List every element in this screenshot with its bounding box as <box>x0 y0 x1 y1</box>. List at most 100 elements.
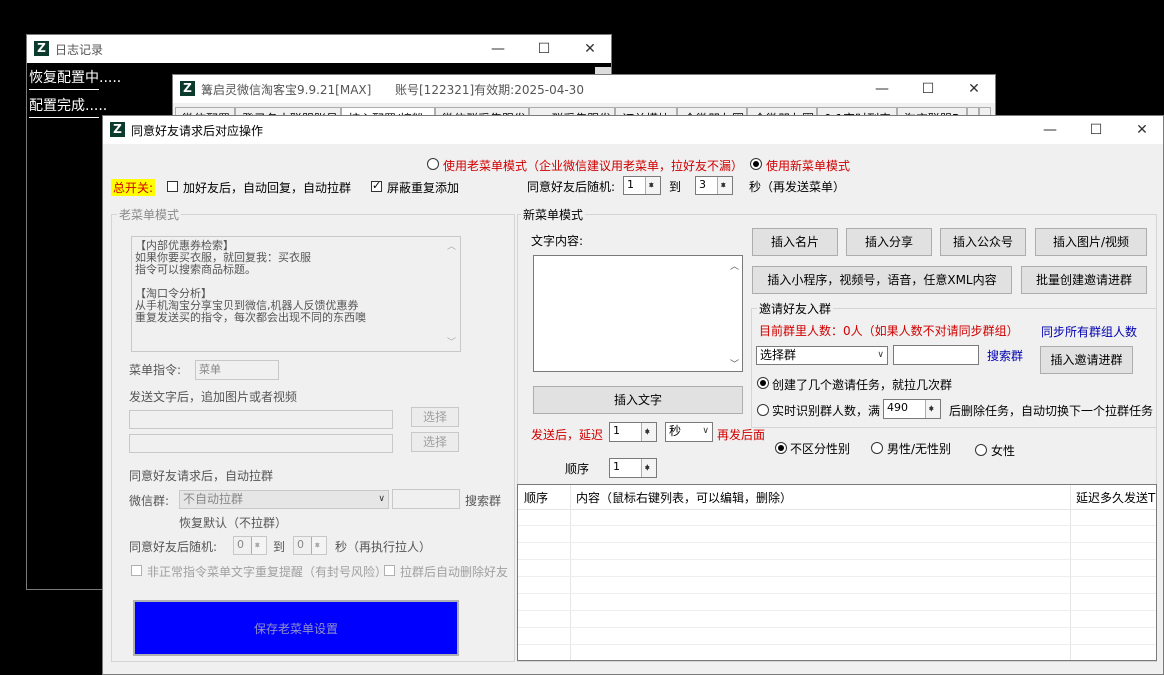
opt-realtime-radio[interactable] <box>757 404 769 416</box>
save-old-menu-button[interactable]: 保存老菜单设置 <box>133 600 459 656</box>
random-from-stepper[interactable]: 1 <box>623 176 661 195</box>
mode-new-label[interactable]: 使用新菜单模式 <box>766 157 850 174</box>
menu-cmd-input[interactable]: 菜单 <box>195 360 279 380</box>
opt-create-label[interactable]: 创建了几个邀请任务，就拉几次群 <box>772 376 952 393</box>
abnormal-remind-checkbox[interactable] <box>131 565 142 576</box>
invite-search-input[interactable] <box>893 345 979 365</box>
sync-all-link[interactable]: 同步所有群组人数 <box>1041 323 1137 340</box>
table-row[interactable] <box>518 542 1156 543</box>
insert-card-button[interactable]: 插入名片 <box>752 228 838 256</box>
insert-miniprogram-button[interactable]: 插入小程序，视频号，语音，任意XML内容 <box>752 266 1012 294</box>
insert-share-button[interactable]: 插入分享 <box>846 228 932 256</box>
delete-after-label[interactable]: 拉群后自动删除好友 <box>400 563 508 580</box>
maximize-icon[interactable]: ☐ <box>905 78 951 100</box>
restore-default-label[interactable]: 恢复默认（不拉群） <box>179 514 287 531</box>
gender-female-radio[interactable] <box>975 444 987 456</box>
table-row[interactable] <box>518 593 1156 594</box>
opt-realtime-stepper[interactable]: 490 <box>883 399 941 419</box>
close-icon[interactable]: ✕ <box>1119 119 1164 141</box>
append-file-2[interactable] <box>129 434 393 453</box>
old-random-to-stepper[interactable]: 0 <box>293 536 327 555</box>
opt-realtime-prefix-label[interactable]: 实时识别群人数，满 <box>772 402 880 419</box>
table-row[interactable] <box>518 627 1156 628</box>
mode-old-label[interactable]: 使用老菜单模式（企业微信建议用老菜单，拉好友不漏） <box>443 157 743 174</box>
insert-text-button[interactable]: 插入文字 <box>533 386 743 414</box>
scroll-down-icon[interactable]: ﹀ <box>730 357 739 370</box>
spin-icon[interactable] <box>641 459 656 477</box>
append-file-1[interactable] <box>129 410 393 429</box>
maximize-icon[interactable]: ☐ <box>1073 119 1119 141</box>
master-switch-label: 总开关: <box>111 179 156 196</box>
text-content-textarea[interactable]: ︿ ﹀ <box>533 255 743 372</box>
insert-media-button[interactable]: 插入图片/视频 <box>1035 228 1147 256</box>
table-header-order[interactable]: 顺序 <box>524 489 548 506</box>
spin-icon[interactable] <box>641 423 656 441</box>
table-row[interactable] <box>518 525 1156 526</box>
delay-stepper[interactable]: 1 <box>609 422 657 442</box>
select-group-dropdown[interactable]: 选择群 ∨ <box>756 346 888 365</box>
insert-official-button[interactable]: 插入公众号 <box>940 228 1026 256</box>
minimize-icon[interactable]: — <box>859 78 905 100</box>
group-search-input[interactable] <box>392 489 460 509</box>
main-window-titlebar[interactable]: Z 篝启灵微信淘客宝9.9.21[MAX] 账号[122321]有效期:2025… <box>173 75 995 103</box>
batch-invite-button[interactable]: 批量创建邀请进群 <box>1021 266 1147 294</box>
gender-male-label[interactable]: 男性/无性别 <box>887 440 951 457</box>
gender-male-radio[interactable] <box>871 442 883 454</box>
auto-reply-label[interactable]: 加好友后，自动回复，自动拉群 <box>183 179 351 196</box>
table-row[interactable] <box>518 644 1156 645</box>
gender-female-label[interactable]: 女性 <box>991 442 1015 459</box>
table-row[interactable] <box>518 576 1156 577</box>
scroll-up-icon[interactable]: ︿ <box>447 241 456 253</box>
abnormal-remind-label[interactable]: 非正常指令菜单文字重复提醒（有封号风险） <box>147 563 387 580</box>
log-line: 配置完成..... <box>29 98 108 114</box>
spin-icon[interactable] <box>717 177 732 194</box>
gender-any-label[interactable]: 不区分性别 <box>790 440 850 457</box>
gender-any-radio[interactable] <box>775 442 787 454</box>
minimize-icon[interactable]: — <box>1027 119 1073 141</box>
table-row[interactable] <box>518 559 1156 560</box>
mode-old-radio[interactable] <box>427 158 439 170</box>
scroll-up-icon[interactable]: ︿ <box>730 259 739 272</box>
delay-value: 1 <box>613 424 620 437</box>
choose-button-2[interactable]: 选择 <box>411 432 459 452</box>
log-window-titlebar[interactable]: Z 日志记录 — ☐ ✕ <box>27 35 611 63</box>
mode-new-radio[interactable] <box>750 158 762 170</box>
spin-icon[interactable] <box>645 177 660 194</box>
block-dup-checkbox[interactable] <box>371 179 382 192</box>
random-from-value: 1 <box>627 178 634 191</box>
main-window-title: 篝启灵微信淘客宝9.9.21[MAX] <box>201 83 372 97</box>
spin-icon[interactable] <box>251 537 266 554</box>
insert-invite-button[interactable]: 插入邀请进群 <box>1040 346 1133 374</box>
scroll-down-icon[interactable]: ﹀ <box>447 337 456 349</box>
minimize-icon[interactable]: — <box>475 38 521 60</box>
spin-icon[interactable] <box>311 537 326 554</box>
old-menu-text-area[interactable]: 【内部优惠券检索】 如果你要买衣服，就回复我：买衣服 指令可以搜索商品标题。 【… <box>131 236 461 352</box>
table-header-content[interactable]: 内容（鼠标右键列表，可以编辑，删除） <box>576 489 792 506</box>
maximize-icon[interactable]: ☐ <box>521 38 567 60</box>
random-to-stepper[interactable]: 3 <box>695 176 733 195</box>
table-row[interactable] <box>518 610 1156 611</box>
message-list-table[interactable]: 顺序 内容（鼠标右键列表，可以编辑，删除） 延迟多久发送T <box>517 484 1157 661</box>
dialog-window: Z 同意好友请求后对应操作 — ☐ ✕ 使用老菜单模式（企业微信建议用老菜单，拉… <box>102 115 1164 675</box>
random-label: 同意好友后随机: <box>527 180 616 194</box>
delete-after-checkbox[interactable] <box>384 565 395 576</box>
close-icon[interactable]: ✕ <box>567 38 613 60</box>
delay-unit-select[interactable]: 秒 ∨ <box>665 422 713 442</box>
spin-icon[interactable] <box>925 400 940 418</box>
order-stepper[interactable]: 1 <box>609 458 657 478</box>
old-to-label: 到 <box>273 540 286 554</box>
invite-search-group-link[interactable]: 搜索群 <box>987 347 1023 364</box>
block-dup-label[interactable]: 屏蔽重复添加 <box>387 179 459 196</box>
search-group-link[interactable]: 搜索群 <box>465 492 501 509</box>
close-icon[interactable]: ✕ <box>951 78 997 100</box>
order-label: 顺序 <box>565 462 590 476</box>
auto-reply-checkbox[interactable] <box>167 181 178 192</box>
old-random-from-value: 0 <box>237 538 244 551</box>
choose-button-1[interactable]: 选择 <box>411 407 459 427</box>
wechat-group-select[interactable]: 不自动拉群 ∨ <box>179 490 389 509</box>
table-header-delay[interactable]: 延迟多久发送T <box>1076 489 1155 506</box>
opt-create-radio[interactable] <box>757 377 769 389</box>
old-random-from-stepper[interactable]: 0 <box>233 536 267 555</box>
dialog-titlebar[interactable]: Z 同意好友请求后对应操作 — ☐ ✕ <box>103 116 1163 144</box>
old-random-to-value: 0 <box>297 538 304 551</box>
